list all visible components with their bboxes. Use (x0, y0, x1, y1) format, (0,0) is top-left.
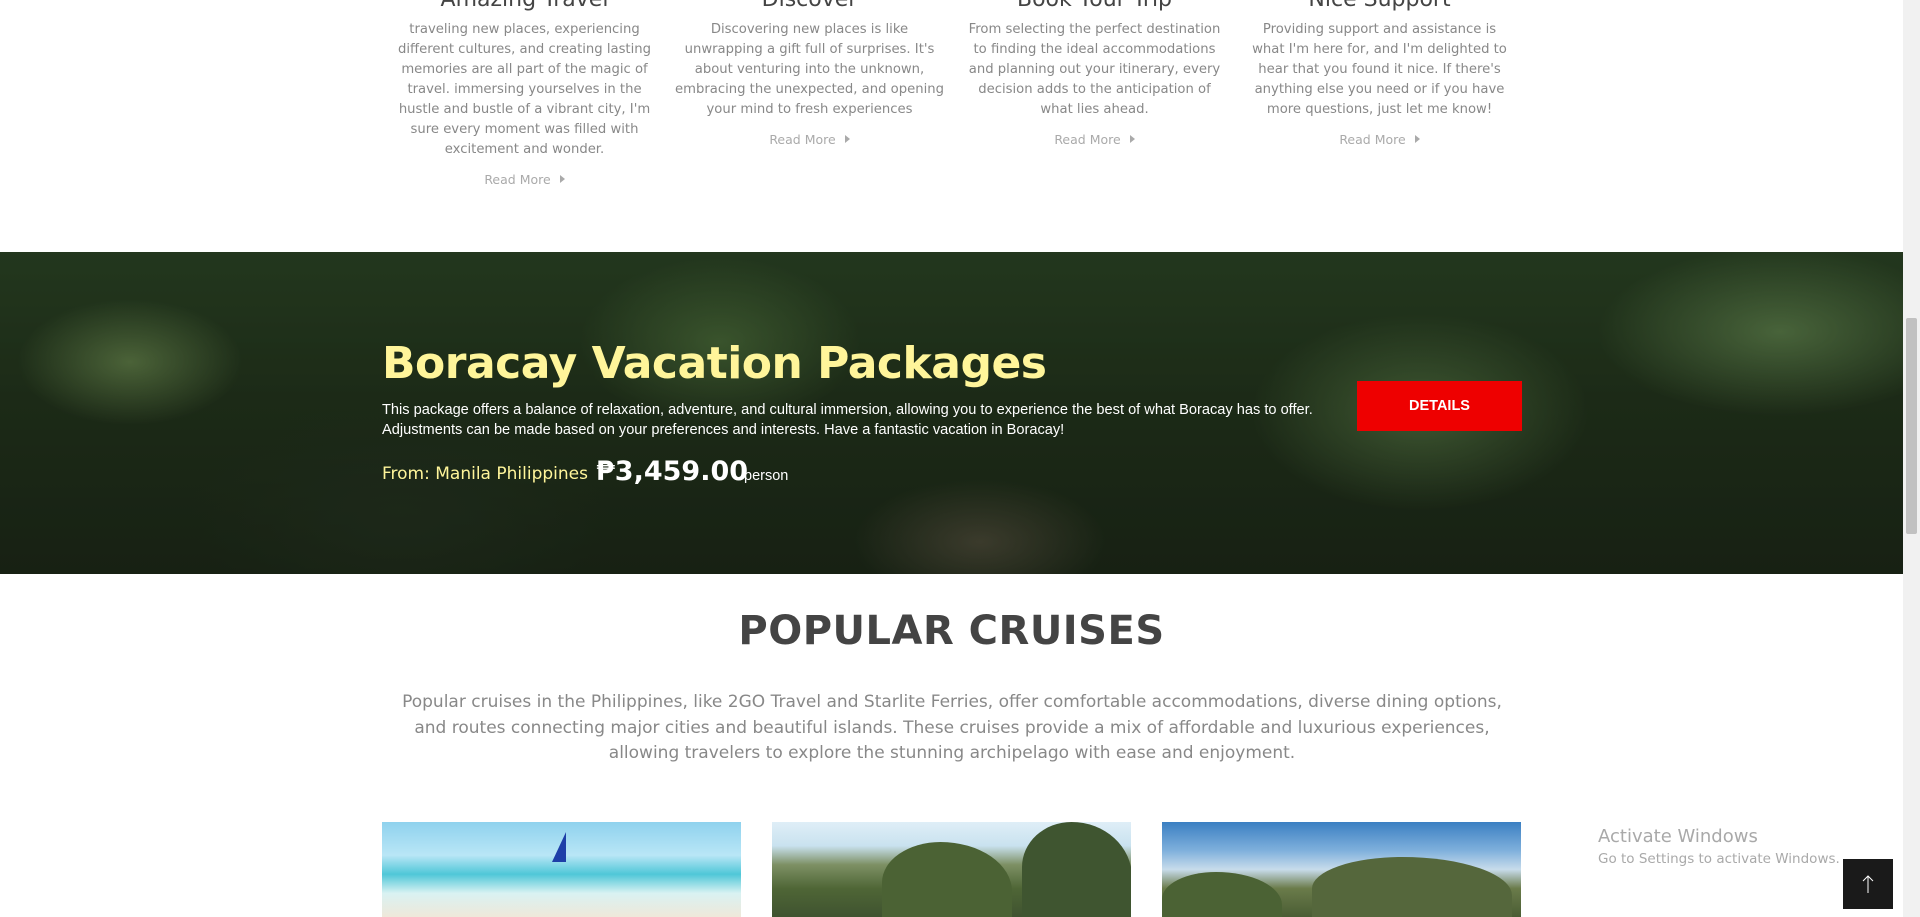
feature-discover: Discover Discovering new places is like … (667, 0, 952, 238)
island-graphic (1162, 872, 1282, 917)
page-scrollbar[interactable] (1903, 0, 1920, 917)
banner-description: This package offers a balance of relaxat… (382, 402, 1313, 438)
arrow-up-icon (1862, 875, 1874, 893)
feature-title: Book Your Trip (960, 0, 1229, 14)
vacation-package-banner: Boracay Vacation Packages This package o… (0, 252, 1903, 574)
island-graphic (882, 842, 1012, 917)
watermark-line-2: Go to Settings to activate Windows. (1598, 851, 1840, 867)
cruise-card-image[interactable] (772, 822, 1131, 917)
scrollbar-thumb[interactable] (1906, 318, 1917, 534)
watermark-line-1: Activate Windows (1598, 826, 1758, 847)
read-more-link[interactable]: Read More (1339, 132, 1420, 147)
cruise-card-image[interactable] (1162, 822, 1521, 917)
features-section: Amazing Travel traveling new places, exp… (382, 0, 1522, 238)
feature-text: From selecting the perfect destination t… (968, 22, 1221, 117)
banner-origin: From: Manila Philippines (382, 464, 588, 484)
back-to-top-button[interactable] (1843, 859, 1893, 909)
read-more-label: Read More (769, 132, 836, 147)
feature-text: Providing support and assistance is what… (1252, 22, 1507, 117)
read-more-label: Read More (1339, 132, 1406, 147)
feature-title: Amazing Travel (390, 0, 659, 14)
caret-right-icon (844, 135, 850, 143)
read-more-link[interactable]: Read More (484, 172, 565, 187)
feature-nice-support: Nice Support Providing support and assis… (1237, 0, 1522, 238)
feature-book-your-trip: Book Your Trip From selecting the perfec… (952, 0, 1237, 238)
read-more-label: Read More (484, 172, 551, 187)
caret-right-icon (559, 175, 565, 183)
section-title: POPULAR CRUISES (738, 608, 1165, 654)
island-graphic (1022, 822, 1131, 917)
feature-amazing-travel: Amazing Travel traveling new places, exp… (382, 0, 667, 238)
banner-title: Boracay Vacation Packages (382, 338, 1047, 389)
read-more-link[interactable]: Read More (1054, 132, 1135, 147)
activate-windows-watermark: Activate Windows Go to Settings to activ… (1598, 826, 1840, 867)
feature-text: Discovering new places is like unwrappin… (675, 22, 944, 117)
caret-right-icon (1414, 135, 1420, 143)
feature-text: traveling new places, experiencing diffe… (397, 22, 651, 157)
read-more-link[interactable]: Read More (769, 132, 850, 147)
feature-title: Nice Support (1245, 0, 1514, 14)
cruise-card-image[interactable] (382, 822, 741, 917)
section-description: Popular cruises in the Philippines, like… (402, 692, 1502, 763)
sailboat-graphic (552, 832, 566, 862)
read-more-label: Read More (1054, 132, 1121, 147)
details-button[interactable]: DETAILS (1357, 381, 1522, 431)
cruise-cards (382, 822, 1522, 917)
banner-price-unit: person (744, 468, 789, 484)
caret-right-icon (1129, 135, 1135, 143)
island-graphic (1312, 857, 1512, 917)
banner-price: ₱3,459.00 (596, 456, 749, 487)
feature-title: Discover (675, 0, 944, 14)
